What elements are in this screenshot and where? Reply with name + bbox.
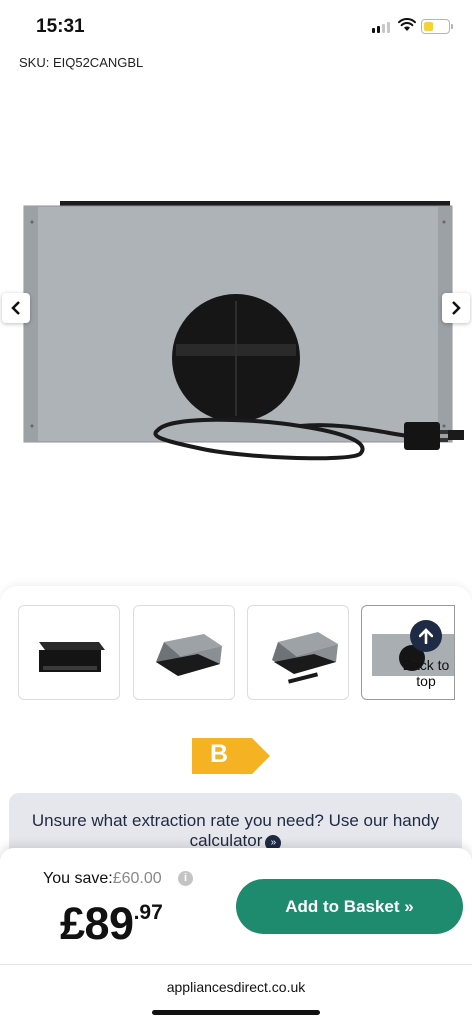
energy-arrow-icon — [192, 738, 270, 774]
thumbnail-image — [156, 634, 222, 676]
energy-rating-badge[interactable]: B — [192, 738, 270, 779]
info-icon[interactable]: i — [178, 871, 193, 886]
energy-rating-letter: B — [210, 740, 229, 768]
thumbnail-image — [39, 642, 105, 672]
calculator-text: Unsure what extraction rate you need? Us… — [31, 811, 440, 850]
chevron-right-icon — [452, 301, 461, 315]
cellular-signal-icon — [372, 22, 390, 33]
arrow-up-icon — [410, 620, 442, 652]
price-pence: .97 — [133, 901, 163, 924]
next-image-button[interactable] — [442, 293, 470, 323]
status-bar: 15:31 — [0, 0, 472, 50]
home-indicator[interactable] — [152, 1010, 320, 1015]
you-save-label: You save: — [43, 870, 113, 887]
product-image-cooker-hood — [23, 201, 464, 461]
battery-level — [423, 21, 433, 31]
product-price: £89.97 — [60, 898, 163, 950]
thumbnail-2[interactable] — [133, 605, 235, 700]
wifi-icon — [398, 18, 416, 31]
saving-amount: £60.00 — [112, 870, 162, 887]
add-to-basket-button[interactable]: Add to Basket » — [236, 879, 463, 934]
url-text[interactable]: appliancesdirect.co.uk — [0, 979, 472, 995]
product-sku: SKU: EIQ52CANGBL — [19, 55, 144, 70]
price-pounds: £89 — [60, 898, 134, 949]
battery-icon — [421, 19, 453, 34]
thumbnail-image — [272, 632, 338, 684]
previous-image-button[interactable] — [2, 293, 30, 323]
clock: 15:31 — [36, 16, 85, 37]
you-save-text: You save:£60.00 — [43, 870, 162, 888]
thumbnail-1[interactable] — [18, 605, 120, 700]
extraction-calculator-link[interactable]: Unsure what extraction rate you need? Us… — [9, 793, 462, 853]
chevron-left-icon — [11, 301, 20, 315]
back-to-top-button[interactable]: Back to top — [396, 620, 456, 689]
product-image-gallery[interactable] — [0, 96, 472, 586]
thumbnail-3[interactable] — [247, 605, 349, 700]
back-to-top-label: Back to top — [402, 657, 450, 689]
